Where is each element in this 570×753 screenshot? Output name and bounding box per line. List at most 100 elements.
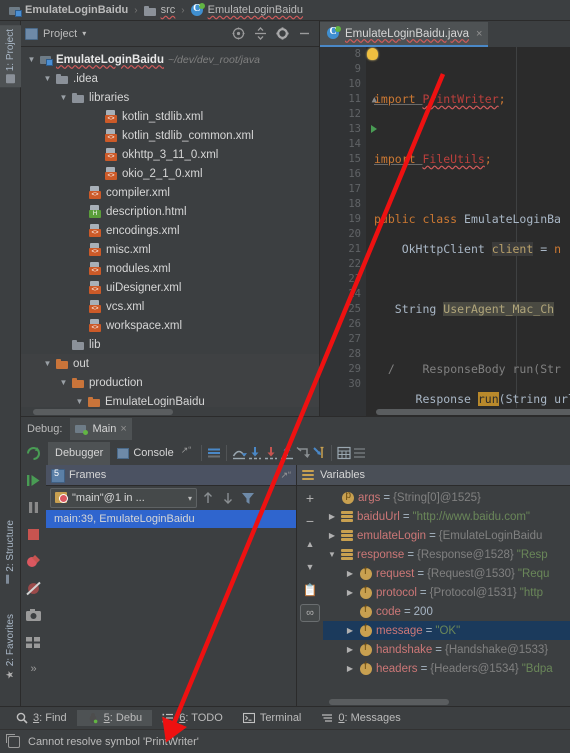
chevron-icon[interactable]: ▶ bbox=[326, 531, 338, 540]
force-step-into-icon[interactable] bbox=[263, 445, 279, 461]
tree-node[interactable]: encodings.xml bbox=[21, 221, 319, 240]
pause-icon[interactable] bbox=[23, 497, 44, 518]
breadcrumb-item-module[interactable]: EmulateLoginBaidu bbox=[6, 3, 131, 17]
down-arrow-icon[interactable] bbox=[219, 489, 237, 507]
gutter-line-number[interactable]: 15 bbox=[320, 152, 366, 167]
bottom-bar-item-terminal[interactable]: Terminal bbox=[233, 710, 312, 726]
breadcrumb-item-src[interactable]: src bbox=[141, 3, 179, 17]
chevron-icon[interactable]: ▼ bbox=[59, 93, 68, 102]
variables-list[interactable]: args={String[0]@1525}▶baiduUrl="http://w… bbox=[323, 486, 570, 706]
tree-node[interactable]: compiler.xml bbox=[21, 183, 319, 202]
tree-node[interactable]: okhttp_3_11_0.xml bbox=[21, 145, 319, 164]
chevron-icon[interactable]: ▶ bbox=[344, 569, 356, 578]
tree-node[interactable]: ▼ .idea bbox=[21, 69, 319, 88]
watches-icon[interactable]: ∞ bbox=[300, 604, 320, 622]
copy-icon[interactable]: 📋 bbox=[300, 581, 320, 599]
bottom-bar-item-debu[interactable]: 5: Debu bbox=[76, 710, 153, 726]
settings-icon[interactable] bbox=[352, 445, 368, 461]
frames-list[interactable]: main:39, EmulateLoginBaidu bbox=[46, 510, 296, 706]
tree-node[interactable]: description.html bbox=[21, 202, 319, 221]
thread-selector[interactable]: "main"@1 in ... ▾ bbox=[50, 488, 197, 508]
locate-icon[interactable] bbox=[232, 27, 245, 40]
collapse-all-icon[interactable] bbox=[254, 27, 267, 40]
gutter-line-number[interactable]: 28 bbox=[320, 347, 366, 362]
variable-row[interactable]: code=200 bbox=[323, 602, 570, 621]
more-icon[interactable]: » bbox=[23, 659, 44, 680]
chevron-icon[interactable]: ▼ bbox=[43, 359, 52, 368]
drop-frame-icon[interactable] bbox=[295, 445, 311, 461]
gutter-line-number[interactable]: 21 bbox=[320, 242, 366, 257]
gutter-line-number[interactable]: 20 bbox=[320, 227, 366, 242]
chevron-icon[interactable]: ▶ bbox=[326, 512, 338, 521]
variable-row[interactable]: ▼ response = {Response@1528} "Resp bbox=[323, 545, 570, 564]
tree-node[interactable]: kotlin_stdlib.xml bbox=[21, 107, 319, 126]
tab-console[interactable]: Console bbox=[110, 442, 180, 465]
settings-gear-icon[interactable] bbox=[276, 27, 289, 40]
variables-horizontal-scrollbar[interactable] bbox=[323, 698, 570, 706]
add-icon[interactable]: + bbox=[300, 489, 320, 507]
scrollbar-thumb[interactable] bbox=[329, 699, 449, 705]
sidebar-item-structure[interactable]: 2: Structure bbox=[0, 516, 21, 588]
variable-row[interactable]: ▶ handshake={Handshake@1533} bbox=[323, 640, 570, 659]
run-to-cursor-icon[interactable] bbox=[311, 445, 327, 461]
frame-row[interactable]: main:39, EmulateLoginBaidu bbox=[46, 510, 296, 528]
debug-session-tab[interactable]: Main × bbox=[70, 418, 132, 440]
tree-node[interactable]: vcs.xml bbox=[21, 297, 319, 316]
variable-row[interactable]: ▶ baiduUrl = "http://www.baidu.com" bbox=[323, 507, 570, 526]
scrollbar-thumb[interactable] bbox=[376, 409, 570, 415]
hide-icon[interactable] bbox=[298, 27, 311, 40]
gutter-line-number[interactable]: 18 bbox=[320, 197, 366, 212]
view-breakpoints-icon[interactable] bbox=[23, 551, 44, 572]
code-text[interactable]: import PrintWriter; import FileUtils; pu… bbox=[366, 47, 570, 416]
gutter-line-number[interactable]: 13 bbox=[320, 122, 377, 137]
tree-node[interactable]: ▼ production bbox=[21, 373, 319, 392]
gutter-line-number[interactable]: 24 bbox=[320, 287, 366, 302]
up-arrow-icon[interactable] bbox=[199, 489, 217, 507]
gutter-line-number[interactable]: 12 bbox=[320, 107, 366, 122]
tree-node[interactable]: ▼ out bbox=[21, 354, 319, 373]
gutter-line-number[interactable]: 27 bbox=[320, 332, 366, 347]
breadcrumb-item-class[interactable]: EmulateLoginBaidu bbox=[188, 2, 306, 18]
gutter-line-number[interactable]: 23 bbox=[320, 272, 366, 287]
chevron-down-icon[interactable]: ▾ bbox=[82, 29, 86, 38]
down-icon[interactable]: ▼ bbox=[300, 558, 320, 576]
tree-node[interactable]: modules.xml bbox=[21, 259, 319, 278]
scrollbar-thumb[interactable] bbox=[33, 409, 173, 415]
close-icon[interactable]: × bbox=[120, 423, 126, 435]
tree-node[interactable]: ▼ EmulateLoginBaidu ~/dev/dev_root/java bbox=[21, 50, 319, 69]
project-tree[interactable]: ▼ EmulateLoginBaidu ~/dev/dev_root/java ▼ .i… bbox=[21, 48, 319, 407]
tree-node[interactable]: okio_2_1_0.xml bbox=[21, 164, 319, 183]
restore-layout-icon[interactable]: ↗“ bbox=[181, 445, 197, 461]
variable-row[interactable]: ▶ emulateLogin = {EmulateLoginBaidu bbox=[323, 526, 570, 545]
variable-row[interactable]: ▶ protocol={Protocol@1531}"http bbox=[323, 583, 570, 602]
gutter-line-number[interactable]: 22 bbox=[320, 257, 366, 272]
chevron-icon[interactable]: ▶ bbox=[344, 645, 356, 654]
stop-icon[interactable] bbox=[23, 524, 44, 545]
bottom-bar-item-find[interactable]: 3: Find bbox=[6, 710, 77, 726]
chevron-icon[interactable]: ▼ bbox=[27, 55, 36, 64]
gutter-line-number[interactable]: 9 bbox=[320, 62, 366, 77]
tree-node[interactable]: misc.xml bbox=[21, 240, 319, 259]
project-horizontal-scrollbar[interactable] bbox=[21, 407, 319, 416]
variable-row[interactable]: ▶ headers={Headers@1534}"Bdpa bbox=[323, 659, 570, 678]
gutter-line-number[interactable]: 19 bbox=[320, 212, 366, 227]
chevron-icon[interactable]: ▼ bbox=[75, 397, 84, 406]
tree-node[interactable]: ▼ EmulateLoginBaidu bbox=[21, 392, 319, 407]
variable-row[interactable]: ▶ message="OK" bbox=[323, 621, 570, 640]
step-out-icon[interactable] bbox=[279, 445, 295, 461]
step-over-icon[interactable] bbox=[231, 445, 247, 461]
up-icon[interactable]: ▲ bbox=[300, 535, 320, 553]
bottom-bar-item-todo[interactable]: 6: TODO bbox=[152, 710, 233, 726]
tree-node[interactable]: lib bbox=[21, 335, 319, 354]
gutter-line-number[interactable]: 16 bbox=[320, 167, 366, 182]
filter-icon[interactable] bbox=[239, 489, 257, 507]
editor-tab[interactable]: EmulateLoginBaidu.java × bbox=[320, 22, 489, 47]
rerun-icon[interactable] bbox=[23, 443, 44, 464]
gutter-line-number[interactable]: 8 bbox=[320, 47, 378, 62]
gutter-line-number[interactable]: 26 bbox=[320, 317, 366, 332]
tree-node[interactable]: workspace.xml bbox=[21, 316, 319, 335]
close-icon[interactable]: × bbox=[476, 28, 482, 40]
resume-icon[interactable] bbox=[23, 470, 44, 491]
restore-layout-icon[interactable]: ↗“ bbox=[280, 470, 291, 481]
gutter-line-number[interactable]: 10 bbox=[320, 77, 366, 92]
